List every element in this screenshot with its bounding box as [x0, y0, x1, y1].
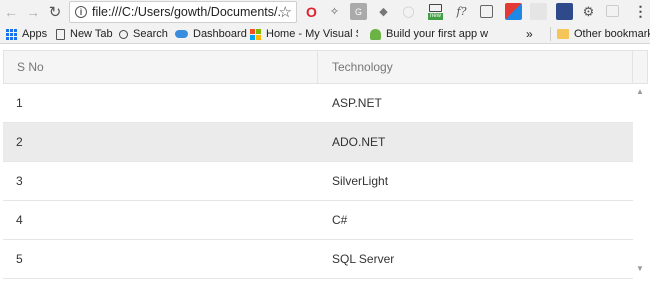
- reload-icon[interactable]: ↻: [46, 1, 64, 23]
- overflow-chevron-icon: »: [526, 27, 533, 41]
- bookmark-apps[interactable]: Apps: [6, 26, 47, 42]
- bookmark-other-bookmarks[interactable]: Other bookmarks: [550, 26, 650, 42]
- bookmark-search[interactable]: Search: [119, 26, 168, 42]
- table-row[interactable]: 3 SilverLight: [3, 162, 633, 201]
- cell-sno: 1: [16, 96, 23, 110]
- bookmark-home-my-visual-studio[interactable]: Home - My Visual St: [250, 26, 358, 42]
- vertical-scrollbar[interactable]: ▲ ▼: [633, 84, 648, 279]
- folder-icon: [557, 29, 569, 39]
- opera-extension-icon[interactable]: O: [303, 3, 320, 20]
- browser-toolbar: ← → ↻ i file:///C:/Users/gowth/Documents…: [0, 0, 650, 24]
- microsoft-logo-icon: [250, 28, 261, 40]
- grid-header: S No Technology: [3, 50, 633, 84]
- bookmark-label: Other bookmarks: [574, 28, 650, 40]
- back-arrow-icon[interactable]: ←: [2, 1, 20, 23]
- info-icon[interactable]: i: [75, 6, 87, 18]
- column-header-technology[interactable]: Technology: [318, 51, 632, 83]
- technology-grid: S No Technology 1 ASP.NET 2 ADO.NET 3 Si…: [3, 50, 648, 297]
- bookmark-build-first-app[interactable]: Build your first app w: [370, 26, 506, 42]
- puzzle-extension-icon[interactable]: ✧: [326, 3, 343, 20]
- page-icon: [56, 28, 65, 40]
- cell-technology: SQL Server: [332, 252, 395, 266]
- formula-extension-icon[interactable]: f?: [453, 3, 470, 20]
- menu-dots-icon[interactable]: ⋮: [632, 3, 649, 20]
- table-row[interactable]: 5 SQL Server: [3, 240, 633, 279]
- screen-extension-icon[interactable]: [606, 5, 619, 17]
- search-icon: [119, 29, 128, 39]
- bookmark-label: Home - My Visual St: [266, 28, 358, 40]
- column-header-sno[interactable]: S No: [4, 51, 318, 83]
- new-extension-icon[interactable]: new: [427, 3, 444, 20]
- scroll-down-icon[interactable]: ▼: [636, 264, 644, 273]
- scroll-up-icon[interactable]: ▲: [636, 87, 644, 96]
- bookmark-label: New Tab: [70, 28, 113, 40]
- settings-extension-icon[interactable]: ⚙: [580, 3, 597, 20]
- cell-sno: 4: [16, 213, 23, 227]
- bookmarks-overflow-button[interactable]: »: [526, 26, 533, 42]
- bookmark-dashboard[interactable]: Dashboard: [175, 26, 247, 42]
- diamond-extension-icon[interactable]: ◆: [375, 3, 392, 20]
- header-corner: [633, 50, 648, 84]
- new-badge: new: [427, 12, 443, 20]
- forward-arrow-icon[interactable]: →: [24, 1, 42, 23]
- bookmark-label: Dashboard: [193, 28, 247, 40]
- cell-technology: ASP.NET: [332, 96, 382, 110]
- cell-technology: ADO.NET: [332, 135, 386, 149]
- bookmarks-bar: Apps New Tab Search Dashboard Home - My …: [0, 24, 650, 44]
- camera-extension-icon[interactable]: [480, 5, 493, 18]
- cloud-icon: [175, 30, 188, 38]
- bookmark-star-icon[interactable]: ☆: [279, 3, 292, 21]
- mail-extension-icon[interactable]: [530, 3, 547, 20]
- bookmark-label: Build your first app w: [386, 28, 489, 40]
- android-icon: [370, 28, 381, 40]
- news-extension-icon[interactable]: [556, 3, 573, 20]
- grid-body: 1 ASP.NET 2 ADO.NET 3 SilverLight 4 C# 5…: [3, 84, 633, 297]
- bookmark-divider: [550, 27, 551, 41]
- grammar-extension-icon[interactable]: G: [350, 3, 367, 20]
- colorful-extension-icon[interactable]: [505, 3, 522, 20]
- circle-extension-icon[interactable]: ◯: [400, 3, 417, 20]
- cell-sno: 2: [16, 135, 23, 149]
- bookmark-label: Search: [133, 28, 168, 40]
- bookmark-label: Apps: [22, 28, 48, 40]
- table-row[interactable]: 4 C#: [3, 201, 633, 240]
- address-bar[interactable]: i file:///C:/Users/gowth/Documents/... ☆: [69, 1, 297, 23]
- bookmark-new-tab[interactable]: New Tab: [56, 26, 113, 42]
- cell-technology: SilverLight: [332, 174, 389, 188]
- cell-technology: C#: [332, 213, 348, 227]
- table-row[interactable]: 1 ASP.NET: [3, 84, 633, 123]
- table-row-selected[interactable]: 2 ADO.NET: [3, 123, 633, 162]
- cell-sno: 5: [16, 252, 23, 266]
- url-text[interactable]: file:///C:/Users/gowth/Documents/...: [92, 5, 280, 19]
- cell-sno: 3: [16, 174, 23, 188]
- apps-grid-icon: [6, 28, 17, 40]
